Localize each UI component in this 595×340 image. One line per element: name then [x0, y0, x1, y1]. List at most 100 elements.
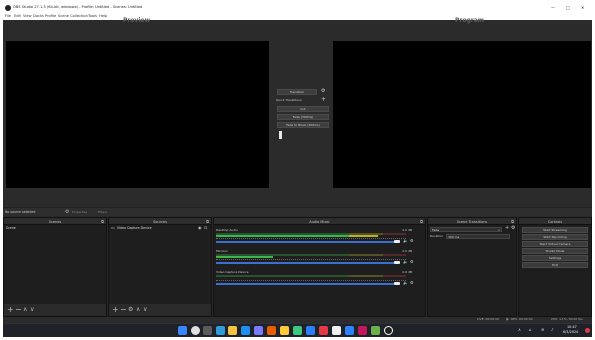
lock-icon[interactable]: ⊡ — [204, 226, 207, 230]
start-button-icon[interactable] — [178, 326, 187, 335]
controls-dock: Controls Start Streaming Start Recording… — [518, 217, 592, 317]
chevron-up-icon[interactable]: ∧ — [518, 328, 521, 332]
preview-label: Preview — [123, 17, 151, 24]
network-icon[interactable]: ⌂ — [529, 328, 532, 332]
taskbar-app-icon[interactable] — [293, 326, 302, 335]
scene-transitions-title: Scene Transitions — [456, 219, 488, 224]
gear-icon[interactable]: ⚙ — [410, 281, 414, 285]
exit-button[interactable]: Exit — [522, 262, 588, 268]
meter-scale — [216, 238, 406, 240]
scene-list-item[interactable]: Scene — [6, 226, 16, 230]
taskbar-app-icon[interactable] — [306, 326, 315, 335]
properties-gear-icon[interactable]: ⚙ — [65, 209, 69, 215]
t-bar-handle[interactable] — [279, 131, 282, 139]
volume-meter-level — [216, 235, 378, 237]
taskbar-app-icon[interactable] — [345, 326, 354, 335]
volume-fader[interactable] — [216, 283, 396, 285]
menu-scene-collection[interactable]: Scene Collection — [58, 14, 88, 19]
move-down-icon[interactable]: ∨ — [143, 307, 147, 313]
fader-handle[interactable] — [394, 261, 400, 265]
close-icon[interactable]: ⧉ — [206, 219, 209, 224]
obs-logo-icon — [5, 5, 11, 11]
gear-icon[interactable]: ⚙ — [410, 260, 414, 264]
taskbar-app-icon[interactable] — [254, 326, 263, 335]
source-list-item[interactable]: ▭ Video Capture Device ◉ ⊡ — [111, 226, 209, 231]
taskbar-app-icon[interactable] — [319, 326, 328, 335]
menu-help[interactable]: Help — [99, 14, 107, 19]
move-up-icon[interactable]: ∧ — [136, 307, 140, 313]
source-item-label: Video Capture Device — [117, 226, 152, 230]
program-canvas — [333, 41, 591, 188]
taskbar-app-icon[interactable] — [332, 326, 341, 335]
taskbar-app-icon[interactable] — [228, 326, 237, 335]
add-scene-icon[interactable]: + — [7, 306, 14, 314]
taskbar-app-icon[interactable] — [358, 326, 367, 335]
close-icon[interactable]: ⧉ — [511, 219, 514, 224]
add-transition-icon[interactable]: + — [505, 226, 509, 231]
no-source-label: No source selected — [5, 210, 36, 214]
meter-scale — [216, 259, 406, 261]
taskbar-app-icon[interactable] — [267, 326, 276, 335]
studio-mode-button[interactable]: Studio Mode — [522, 248, 588, 254]
taskbar-app-icon[interactable] — [241, 326, 250, 335]
menu-view[interactable]: View — [23, 14, 32, 19]
mixer-track-db: 0.0 dB — [402, 228, 412, 232]
scenes-dock-toolbar: + − ∧ ∨ — [4, 304, 106, 316]
notification-badge-icon[interactable] — [585, 328, 590, 333]
gear-icon[interactable]: ⚙ — [128, 307, 133, 313]
settings-button[interactable]: Settings — [522, 255, 588, 261]
properties-button[interactable]: Properties — [72, 211, 87, 214]
scenes-dock: Scenes ⧉ Scene + − ∧ ∨ — [3, 217, 107, 317]
transition-button[interactable]: Transition — [277, 89, 317, 95]
scenes-dock-title: Scenes — [48, 219, 62, 224]
menu-file[interactable]: File — [5, 14, 11, 19]
fader-handle[interactable] — [394, 282, 400, 286]
quick-transition-fade-to-black[interactable]: Fade to Black (300ms) — [277, 122, 329, 128]
duration-input[interactable]: 300 ms — [446, 234, 510, 239]
start-recording-button[interactable]: Start Recording — [522, 234, 588, 240]
menu-edit[interactable]: Edit — [14, 14, 21, 19]
gear-icon[interactable]: ⚙ — [511, 226, 515, 231]
maximize-button[interactable]: □ — [566, 5, 570, 10]
search-icon[interactable] — [191, 326, 200, 335]
gear-icon[interactable]: ⚙ — [410, 239, 414, 243]
speaker-icon[interactable]: 🔈 — [403, 281, 408, 285]
taskbar-app-icon[interactable] — [216, 326, 225, 335]
close-icon[interactable]: ⧉ — [101, 219, 104, 224]
menu-profile[interactable]: Profile — [45, 14, 56, 19]
filters-button[interactable]: Filters — [98, 211, 107, 214]
taskview-icon[interactable] — [203, 326, 212, 335]
transition-select[interactable]: Fade ∨ — [430, 227, 502, 232]
speaker-icon[interactable]: 🔈 — [403, 260, 408, 264]
add-quick-transition-icon[interactable]: + — [321, 97, 326, 103]
minimize-button[interactable]: — — [551, 6, 555, 10]
close-icon[interactable]: ⧉ — [420, 219, 423, 224]
volume-fader[interactable] — [216, 241, 396, 243]
move-up-icon[interactable]: ∧ — [23, 307, 27, 313]
volume-icon[interactable]: ♪ — [551, 328, 554, 332]
remove-source-icon[interactable]: − — [120, 306, 127, 314]
menu-tools[interactable]: Tools — [88, 14, 97, 19]
obs-taskbar-icon[interactable] — [384, 326, 393, 335]
quick-transition-cut[interactable]: Cut — [277, 106, 329, 112]
start-virtual-camera-button[interactable]: Start Virtual Camera — [522, 241, 588, 247]
remove-scene-icon[interactable]: − — [15, 306, 22, 314]
start-streaming-button[interactable]: Start Streaming — [522, 227, 588, 233]
preview-canvas[interactable] — [6, 41, 269, 188]
volume-fader[interactable] — [216, 262, 396, 264]
sources-dock-toolbar: + − ⚙ ∧ ∨ — [109, 304, 211, 316]
move-down-icon[interactable]: ∨ — [30, 307, 34, 313]
eye-icon[interactable]: ◉ — [198, 226, 202, 230]
menu-docks[interactable]: Docks — [33, 14, 44, 19]
wifi-icon[interactable]: ≋ — [541, 328, 544, 332]
speaker-icon[interactable]: 🔈 — [403, 239, 408, 243]
clock-date[interactable]: 6/3/2024 — [563, 330, 578, 334]
taskbar-app-icon[interactable] — [371, 326, 380, 335]
fader-handle[interactable] — [394, 240, 400, 244]
add-source-icon[interactable]: + — [112, 306, 119, 314]
gear-icon[interactable]: ⚙ — [321, 89, 325, 94]
close-button[interactable]: ✕ — [581, 5, 584, 10]
taskbar-app-icon[interactable] — [280, 326, 289, 335]
clock-time[interactable]: 10:47 — [567, 325, 577, 329]
quick-transition-fade[interactable]: Fade (300ms) — [277, 114, 329, 120]
